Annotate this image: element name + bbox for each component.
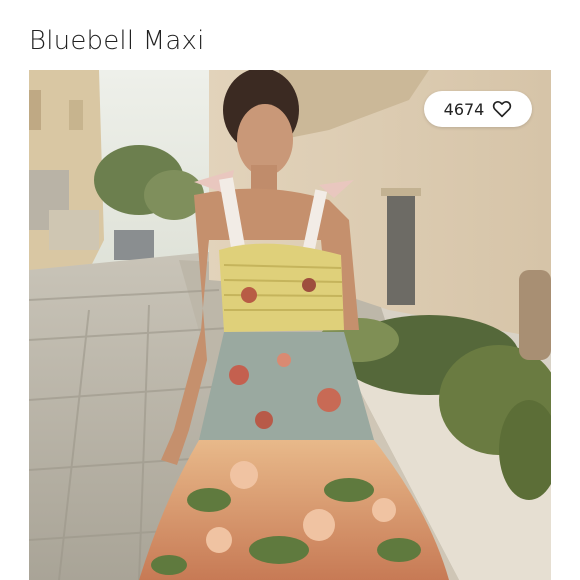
dress-model-photo	[29, 70, 551, 580]
like-button[interactable]: 4674	[424, 91, 532, 127]
like-count: 4674	[443, 99, 485, 119]
heart-outline-icon	[493, 100, 512, 118]
listing-photo[interactable]	[29, 70, 551, 580]
listing-title: Bluebell Maxi	[29, 26, 205, 56]
